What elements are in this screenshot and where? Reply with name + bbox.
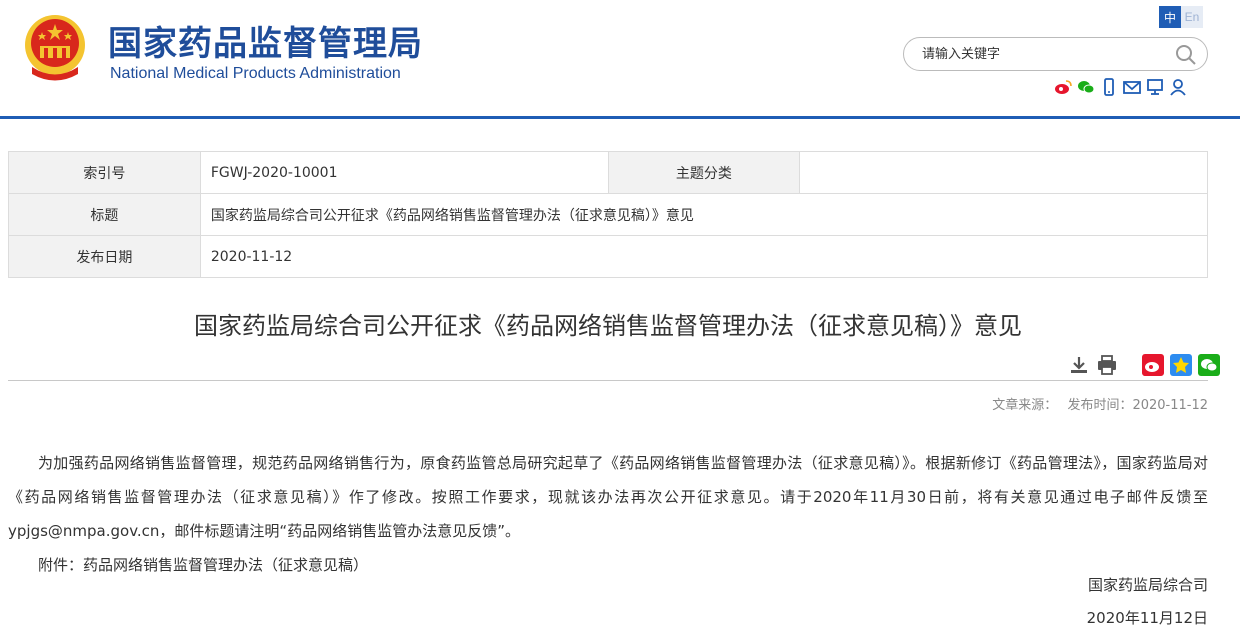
weibo-icon[interactable] [1054, 78, 1072, 96]
table-row: 索引号 FGWJ-2020-10001 主题分类 [8, 151, 1208, 194]
site-title-en: National Medical Products Administration [110, 65, 401, 82]
article-signature: 国家药监局综合司 [1087, 576, 1208, 594]
lang-zh-button[interactable]: 中 [1159, 6, 1181, 28]
print-icon[interactable] [1096, 354, 1118, 376]
national-emblem-icon [25, 15, 85, 81]
language-switch: 中 En [1159, 6, 1203, 28]
download-icon[interactable] [1068, 354, 1090, 376]
table-row: 标题 国家药监局综合司公开征求《药品网络销售监督管理办法（征求意见稿）》意见 [8, 193, 1209, 236]
article-body: 为加强药品网络销售监督管理，规范药品网络销售行为，原食药监管总局研究起草了《药品… [8, 446, 1208, 582]
date-label: 发布日期 [8, 235, 201, 278]
topic-value [799, 151, 1208, 194]
index-value: FGWJ-2020-10001 [199, 151, 609, 194]
tool-spacer [1118, 354, 1136, 376]
header-divider [0, 116, 1240, 119]
mobile-icon[interactable] [1100, 78, 1118, 96]
article-title: 国家药监局综合司公开征求《药品网络销售监督管理办法（征求意见稿）》意见 [194, 312, 1022, 340]
article-meta: 文章来源： 发布时间：2020-11-12 [986, 394, 1208, 413]
wechat-icon[interactable] [1077, 78, 1095, 96]
site-header: 国家药品监督管理局 National Medical Products Admi… [0, 0, 1240, 118]
title-value: 国家药监局综合司公开征求《药品网络销售监督管理办法（征求意见稿）》意见 [199, 193, 1209, 236]
table-row: 发布日期 2020-11-12 [8, 235, 1209, 278]
index-label: 索引号 [8, 151, 201, 194]
social-links [1054, 78, 1187, 96]
search-box [903, 37, 1208, 71]
title-label: 标题 [8, 193, 201, 236]
article-tools [1062, 354, 1220, 376]
document-info-table: 索引号 FGWJ-2020-10001 主题分类 标题 国家药监局综合司公开征求… [8, 151, 1209, 278]
date-value: 2020-11-12 [199, 235, 1209, 278]
search-input[interactable] [922, 44, 1172, 64]
search-icon[interactable] [1175, 44, 1197, 66]
article-attachment[interactable]: 附件：药品网络销售监督管理办法（征求意见稿） [8, 548, 1208, 582]
lang-en-button[interactable]: En [1181, 6, 1203, 28]
article-paragraph: 为加强药品网络销售监督管理，规范药品网络销售行为，原食药监管总局研究起草了《药品… [8, 454, 1208, 540]
article-sign-date: 2020年11月12日 [1086, 609, 1208, 627]
site-title-cn: 国家药品监督管理局 [108, 24, 423, 64]
mail-icon[interactable] [1123, 78, 1141, 96]
topic-label: 主题分类 [607, 151, 801, 194]
share-favorite-icon[interactable] [1170, 354, 1192, 376]
user-icon[interactable] [1169, 78, 1187, 96]
share-weibo-icon[interactable] [1142, 354, 1164, 376]
article-publish-time: 发布时间：2020-11-12 [1067, 398, 1208, 413]
share-wechat-icon[interactable] [1198, 354, 1220, 376]
title-divider [8, 380, 1208, 381]
article-source: 文章来源： [992, 398, 1058, 413]
computer-icon[interactable] [1146, 78, 1164, 96]
